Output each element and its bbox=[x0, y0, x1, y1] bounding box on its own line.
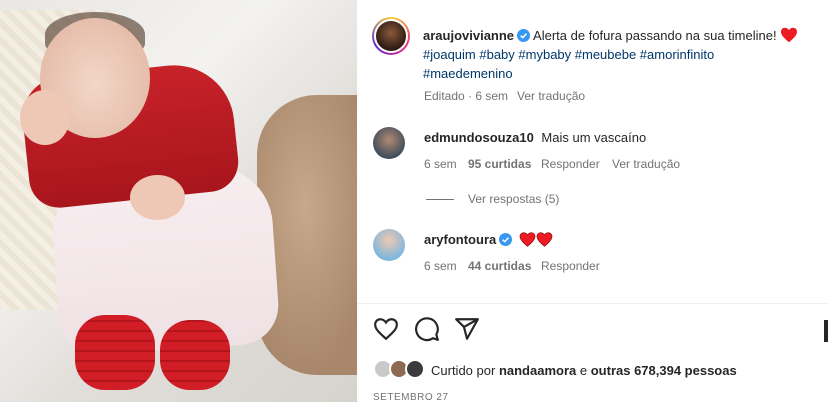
post-edited: Editado · 6 sem bbox=[424, 89, 509, 103]
comment-username[interactable]: aryfontoura bbox=[424, 232, 496, 247]
actions-divider bbox=[357, 303, 828, 304]
verified-icon bbox=[517, 29, 531, 42]
view-replies-button[interactable]: Ver respostas (5) bbox=[468, 192, 559, 206]
reply-button[interactable]: Responder bbox=[541, 259, 600, 273]
liked-by-user[interactable]: nandaamora bbox=[499, 363, 576, 378]
heart-icon bbox=[781, 27, 798, 43]
share-icon[interactable] bbox=[454, 316, 480, 342]
liked-by-others[interactable]: outras 678,394 pessoas bbox=[591, 363, 737, 378]
caption-line: araujovivianne Alerta de fofura passando … bbox=[423, 26, 798, 45]
heart-outline-icon[interactable] bbox=[373, 316, 399, 342]
hashtags-line2[interactable]: #maedemenino bbox=[423, 64, 513, 83]
hashtags-line1[interactable]: #joaquim #baby #mybaby #meubebe #amorinf… bbox=[423, 45, 714, 64]
comment-icon[interactable] bbox=[414, 316, 440, 342]
liked-by-avatars[interactable] bbox=[373, 359, 429, 381]
liked-by-text[interactable]: Curtido por nandaamora e outras 678,394 … bbox=[431, 361, 737, 380]
post-date: SETEMBRO 27 bbox=[373, 392, 449, 402]
comment-edmundosouza10: edmundosouza10 Mais um vascaíno bbox=[424, 128, 646, 147]
post-photo[interactable] bbox=[0, 0, 357, 402]
comment-aryfontoura: aryfontoura bbox=[424, 230, 553, 249]
heart-icon bbox=[536, 232, 553, 247]
comment-username[interactable]: edmundosouza10 bbox=[424, 130, 534, 145]
caption-text: Alerta de fofura passando na sua timelin… bbox=[533, 28, 777, 43]
comment-text: Mais um vascaíno bbox=[541, 130, 647, 145]
photo-shoe-left bbox=[75, 315, 155, 390]
comment-likes[interactable]: 44 curtidas bbox=[468, 259, 531, 273]
photo-hand bbox=[130, 175, 185, 220]
comment-avatar-edmundosouza10[interactable] bbox=[373, 127, 405, 159]
liked-by-prefix: Curtido por bbox=[431, 363, 496, 378]
see-translation-link[interactable]: Ver tradução bbox=[517, 89, 585, 103]
save-icon[interactable] bbox=[824, 320, 828, 342]
comment-translate-link[interactable]: Ver tradução bbox=[612, 157, 680, 171]
photo-fist bbox=[20, 90, 70, 145]
liked-by-conjunction: e bbox=[579, 363, 588, 378]
comment-avatar-aryfontoura[interactable] bbox=[373, 229, 405, 261]
comment-age: 6 sem bbox=[424, 157, 457, 171]
heart-icon bbox=[519, 232, 536, 247]
photo-shoe-right bbox=[160, 320, 230, 390]
verified-icon bbox=[499, 233, 513, 246]
replies-divider bbox=[426, 199, 454, 200]
author-username[interactable]: araujovivianne bbox=[423, 28, 514, 43]
comment-likes[interactable]: 95 curtidas bbox=[468, 157, 531, 171]
author-avatar[interactable] bbox=[372, 17, 410, 55]
comment-age: 6 sem bbox=[424, 259, 457, 273]
reply-button[interactable]: Responder bbox=[541, 157, 600, 171]
